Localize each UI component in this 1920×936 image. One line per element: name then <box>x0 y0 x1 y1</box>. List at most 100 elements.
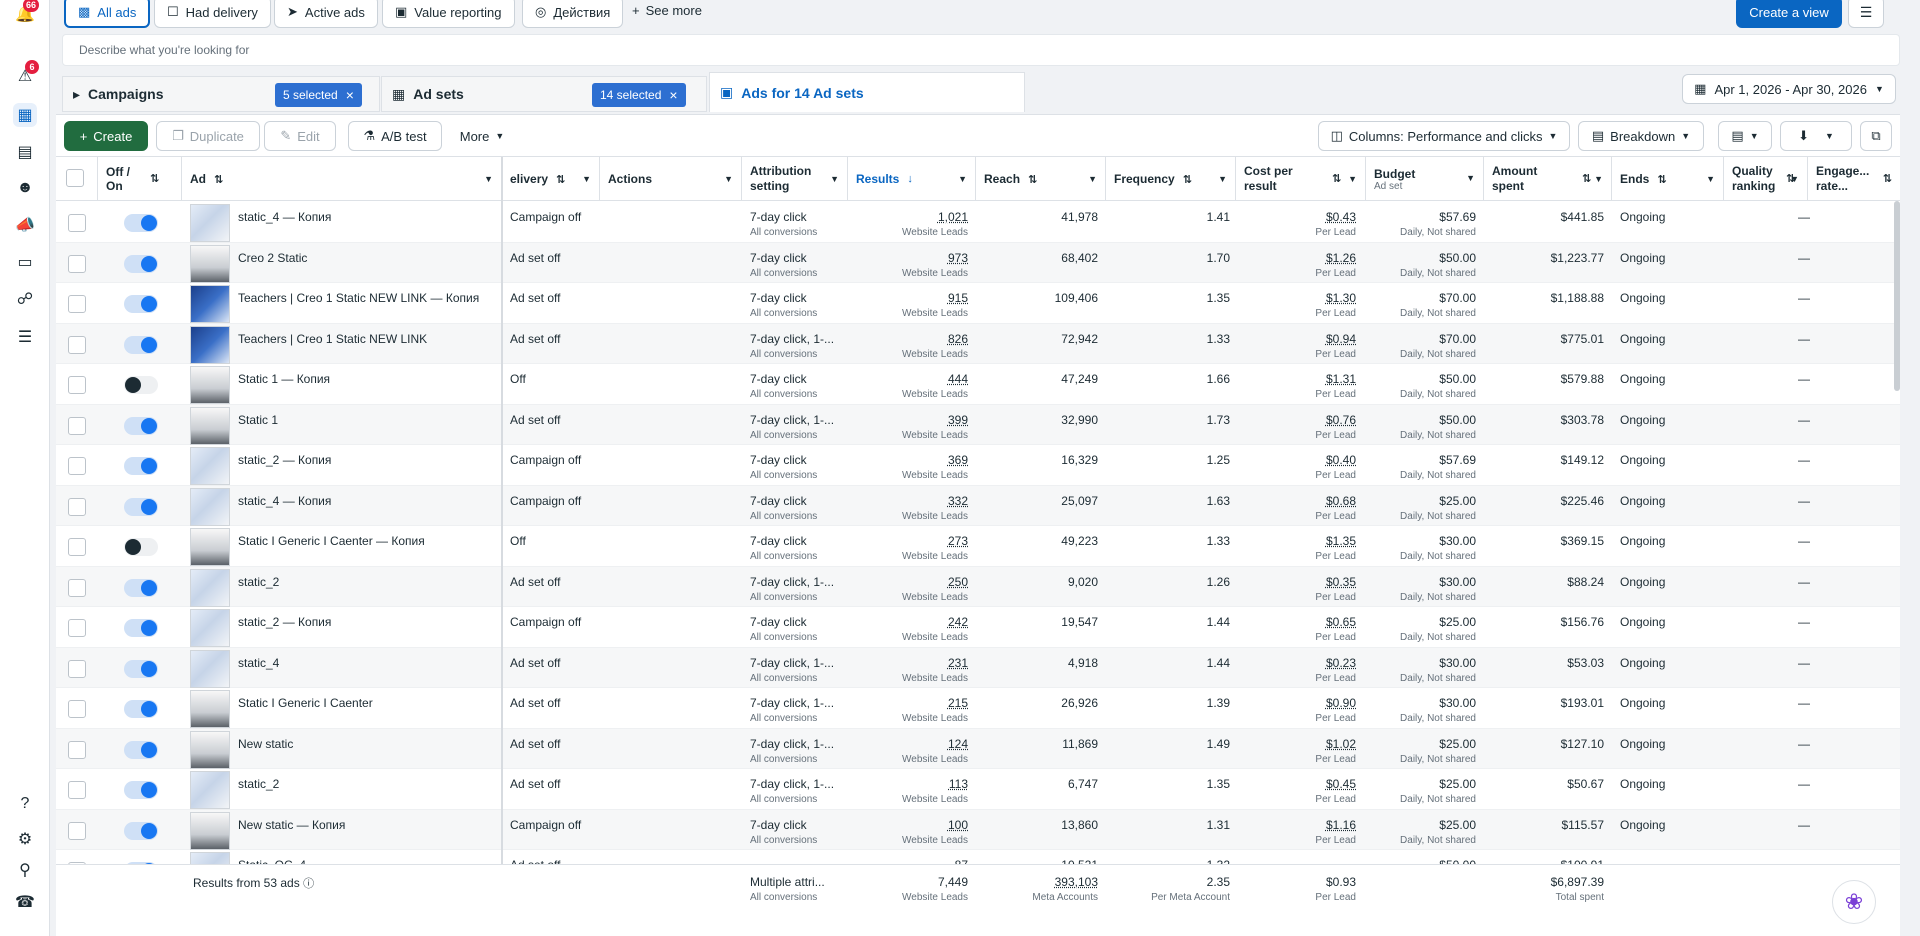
budget-cell[interactable]: $25.00 Daily, Not shared <box>1374 810 1476 850</box>
row-checkbox[interactable] <box>68 700 86 718</box>
cost-per-result-value[interactable]: $1.30 <box>1326 291 1356 305</box>
ad-name[interactable]: Creo 2 Static <box>238 251 307 265</box>
view-tab-value-reporting[interactable]: ▣ Value reporting <box>382 0 515 28</box>
ad-name[interactable]: static_2 — Копия <box>238 453 331 467</box>
results-value[interactable]: 332 <box>948 494 968 508</box>
vertical-scrollbar[interactable] <box>1894 201 1900 391</box>
header-actions[interactable]: Actions ▼ <box>600 157 742 201</box>
delivery-toggle[interactable] <box>124 659 158 678</box>
ab-test-button[interactable]: ⚗ A/B test <box>348 121 442 151</box>
bell-icon[interactable]: 🔔 66 <box>13 0 39 26</box>
table-row[interactable]: New static Ad set off 7-day click, 1-... Al… <box>56 728 1900 769</box>
cost-per-result-value[interactable]: $0.35 <box>1326 575 1356 589</box>
delivery-toggle[interactable] <box>124 619 158 637</box>
header-delivery[interactable]: elivery ⇅ ▼ <box>502 157 600 201</box>
budget-value[interactable]: $25.00 <box>1439 737 1476 751</box>
table-row[interactable]: static_4 — Копия Campaign off 7-day click A… <box>56 202 1900 243</box>
view-settings-button[interactable]: ☰ <box>1848 0 1884 28</box>
columns-button[interactable]: ◫ Columns: Performance and clicks ▼ <box>1318 121 1570 151</box>
budget-cell[interactable]: $30.00 Daily, Not shared <box>1374 688 1476 728</box>
budget-cell[interactable]: $50.00 Daily, Not shared <box>1374 405 1476 445</box>
sort-icon[interactable]: ⇅ <box>556 173 565 186</box>
ad-name-cell[interactable]: static_4 — Копия <box>238 486 500 526</box>
cost-per-result-value[interactable]: $0.23 <box>1326 656 1356 670</box>
delivery-toggle[interactable] <box>124 254 158 273</box>
ad-thumbnail[interactable] <box>190 730 230 769</box>
header-engagement-rate[interactable]: Engage... rate... ⇅ <box>1808 157 1900 201</box>
sort-icon[interactable]: ⇅ <box>150 172 159 186</box>
date-range-picker[interactable]: ▦ Apr 1, 2026 - Apr 30, 2026 ▼ <box>1682 74 1896 104</box>
ad-name-cell[interactable]: static_2 <box>238 567 500 607</box>
ad-name[interactable]: Static 1 <box>238 413 278 427</box>
tab-campaigns[interactable]: ▸ Campaigns 5 selected × <box>62 76 380 112</box>
chevron-down-icon[interactable]: ▼ <box>724 174 733 184</box>
header-quality-ranking[interactable]: Quality ranking ⇅ ▼ <box>1724 157 1808 201</box>
results-value[interactable]: 215 <box>948 696 968 710</box>
cost-per-result-value[interactable]: $0.76 <box>1326 413 1356 427</box>
delivery-toggle[interactable] <box>124 821 158 840</box>
budget-value[interactable]: $30.00 <box>1439 696 1476 710</box>
results-value[interactable]: 369 <box>948 453 968 467</box>
ad-thumbnail[interactable] <box>190 568 230 607</box>
results-value[interactable]: 1,021 <box>938 210 968 224</box>
sort-icon[interactable]: ⇅ <box>1183 173 1192 186</box>
pages-icon[interactable]: ▤ <box>13 140 37 164</box>
info-icon[interactable]: ⓘ <box>303 878 314 890</box>
sort-icon[interactable]: ⇅ <box>1657 173 1666 186</box>
sort-icon[interactable]: ⇅ <box>1883 172 1892 187</box>
ad-thumbnail[interactable] <box>190 366 230 404</box>
view-tab-active-ads[interactable]: ➤ Active ads <box>274 0 378 28</box>
budget-cell[interactable]: $25.00 Daily, Not shared <box>1374 729 1476 769</box>
row-checkbox[interactable] <box>68 457 86 475</box>
cost-per-result-value[interactable]: $0.68 <box>1326 494 1356 508</box>
delivery-toggle[interactable] <box>124 376 158 394</box>
delivery-toggle[interactable] <box>124 740 158 759</box>
table-icon[interactable]: ▦ <box>13 103 37 127</box>
see-more-button[interactable]: + See more <box>632 0 702 20</box>
chevron-down-icon[interactable]: ▼ <box>1594 172 1603 187</box>
edit-button[interactable]: ✎ Edit <box>264 121 336 151</box>
results-value[interactable]: 250 <box>948 575 968 589</box>
table-row[interactable]: Static 1 — Копия Off 7-day click All conver… <box>56 364 1900 405</box>
tab-ads[interactable]: ▣ Ads for 14 Ad sets <box>709 72 1025 112</box>
row-checkbox[interactable] <box>68 821 86 840</box>
budget-cell[interactable]: $50.00 Daily, Not shared <box>1374 243 1476 283</box>
budget-cell[interactable]: $25.00 Daily, Not shared <box>1374 607 1476 647</box>
ad-thumbnail[interactable] <box>190 690 230 728</box>
budget-cell[interactable]: $50.00 Daily, Not shared <box>1374 364 1476 404</box>
cost-per-result-value[interactable]: $1.16 <box>1326 818 1356 832</box>
header-ends[interactable]: Ends ⇅ ▼ <box>1612 157 1724 201</box>
row-checkbox[interactable] <box>68 497 86 516</box>
breakdown-button[interactable]: ▤ Breakdown ▼ <box>1578 121 1704 151</box>
ad-name[interactable]: static_2 — Копия <box>238 615 331 629</box>
chevron-down-icon[interactable]: ▼ <box>958 174 967 184</box>
budget-value[interactable]: $57.69 <box>1439 453 1476 467</box>
row-checkbox[interactable] <box>68 214 86 232</box>
ad-thumbnail[interactable] <box>190 406 230 445</box>
budget-value[interactable]: $30.00 <box>1439 575 1476 589</box>
billing-icon[interactable]: ▭ <box>13 250 37 274</box>
audience-icon[interactable]: ☻ <box>13 176 37 200</box>
sort-icon[interactable]: ⇅ <box>1582 172 1591 187</box>
row-checkbox[interactable] <box>68 254 86 273</box>
ad-name[interactable]: static_2 <box>238 575 279 589</box>
ad-name-cell[interactable]: New static — Копия <box>238 810 500 850</box>
table-row[interactable]: static_4 Ad set off 7-day click, 1-... All … <box>56 647 1900 688</box>
search-input[interactable] <box>79 43 1883 57</box>
results-value[interactable]: 113 <box>949 777 968 791</box>
delivery-toggle[interactable] <box>124 457 158 475</box>
ad-name[interactable]: Teachers | Creo 1 Static NEW LINK — Копи… <box>238 291 479 305</box>
cost-per-result-value[interactable]: $1.02 <box>1326 737 1356 751</box>
ad-thumbnail[interactable] <box>190 487 230 526</box>
ad-name-cell[interactable]: Creo 2 Static <box>238 243 500 283</box>
row-checkbox[interactable] <box>68 376 86 394</box>
ad-name-cell[interactable]: Static I Generic I Caenter — Копия <box>238 526 500 566</box>
view-tab-actions[interactable]: ◎ Действия <box>522 0 624 28</box>
header-attribution[interactable]: Attribution setting ▼ <box>742 157 848 201</box>
chevron-down-icon[interactable]: ▼ <box>1706 174 1715 184</box>
support-icon[interactable]: ☎ <box>13 890 37 914</box>
budget-cell[interactable]: $57.69 Daily, Not shared <box>1374 202 1476 242</box>
ad-name[interactable]: static_4 — Копия <box>238 494 331 508</box>
chevron-down-icon[interactable]: ▼ <box>1348 172 1357 187</box>
search-icon[interactable]: ⚲ <box>13 858 37 882</box>
